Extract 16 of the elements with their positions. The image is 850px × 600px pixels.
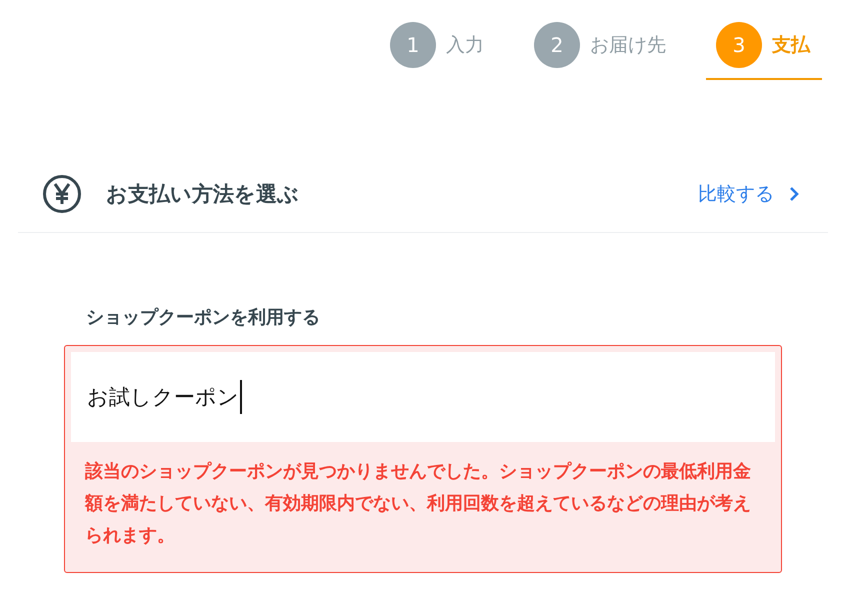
coupon-field[interactable]: お試しクーポン — [71, 352, 775, 442]
chevron-right-icon — [788, 186, 800, 202]
step-number: 2 — [534, 22, 580, 68]
step-number: 1 — [390, 22, 436, 68]
step-label: 入力 — [446, 33, 484, 58]
coupon-label: ショップクーポンを利用する — [86, 306, 321, 329]
step-number: 3 — [716, 22, 762, 68]
step-tab[interactable]: 2 お届け先 — [524, 22, 678, 80]
section-title: お支払い方法を選ぶ — [106, 181, 300, 208]
error-message: 該当のショップクーポンが見つかりませんでした。ショップクーポンの最低利用金額を満たしていない、有効期限内でない、利用回数を超えているなどの理由が考えられます。 — [84, 460, 752, 548]
step-tab[interactable]: 3 支払 — [706, 22, 822, 80]
step-tab[interactable]: 1 入力 — [380, 22, 496, 80]
step-label: お届け先 — [590, 33, 666, 58]
yen-icon — [42, 174, 82, 214]
step-label: 支払 — [772, 33, 810, 58]
compare-link[interactable]: 比較する — [698, 181, 800, 207]
